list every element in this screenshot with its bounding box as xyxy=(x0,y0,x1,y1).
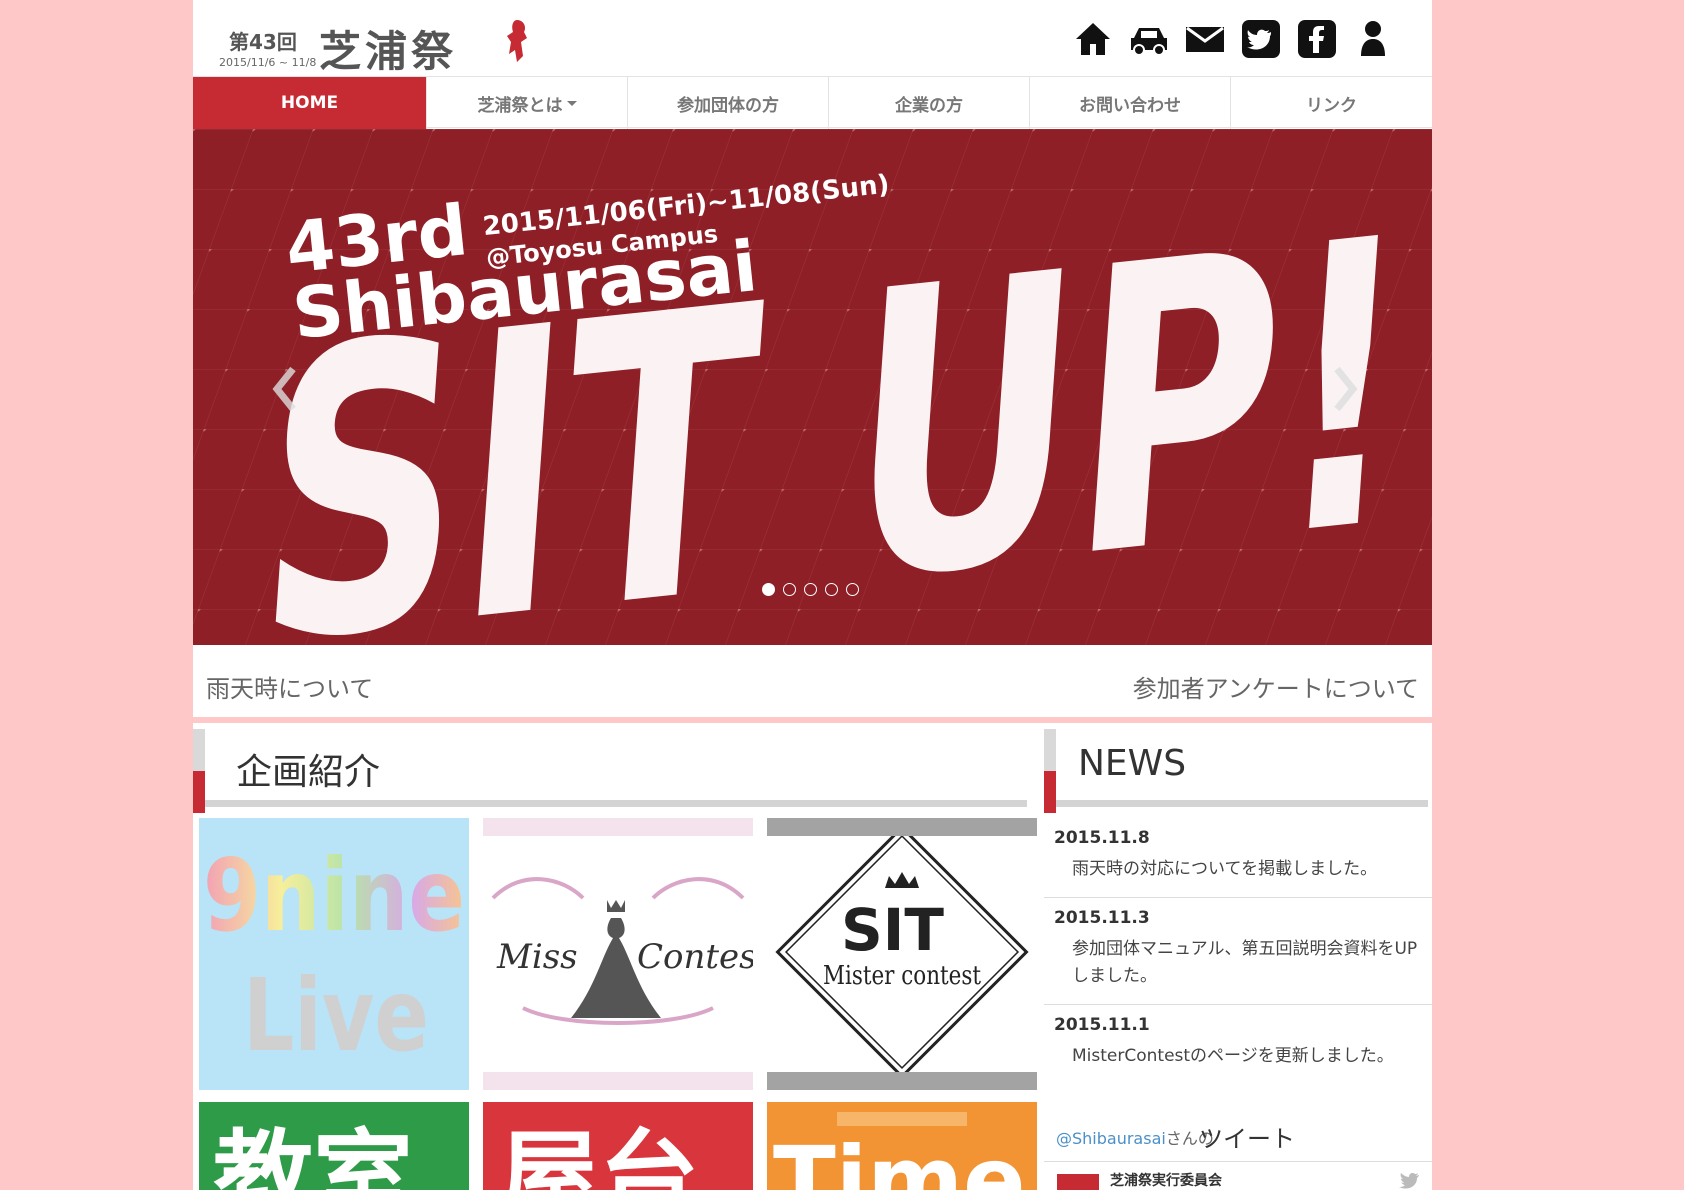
edition-label: 第43回 xyxy=(229,30,297,54)
project-tile-art: SIT Mister contest xyxy=(775,825,1029,1079)
news-item[interactable]: 2015.11.1 MisterContestのページを更新しました。 xyxy=(1044,1005,1432,1080)
carousel-next-icon[interactable] xyxy=(1325,359,1365,419)
news-date: 2015.11.3 xyxy=(1054,908,1150,928)
nav-label: お問い合わせ xyxy=(1079,95,1181,116)
tweet-item[interactable]: 芝浦祭実行委員会 xyxy=(1044,1166,1432,1190)
carousel-dot[interactable] xyxy=(783,583,796,596)
home-icon[interactable] xyxy=(1072,18,1114,60)
tile-bottom: Mister contest xyxy=(823,961,981,991)
nav-label: 芝浦祭とは xyxy=(477,95,563,116)
festival-dates: 2015/11/6 ~ 11/8 xyxy=(219,56,317,69)
header-icons xyxy=(1072,18,1394,60)
hero-carousel[interactable]: 2015/11/06(Fri)~11/08(Sun) @Toyosu Campu… xyxy=(193,129,1432,645)
section-accent xyxy=(1044,729,1056,813)
mascot-icon xyxy=(507,20,527,62)
mail-icon[interactable] xyxy=(1184,18,1226,60)
twitter-label: ツイート xyxy=(1199,1125,1295,1153)
news-text: MisterContestのページを更新しました。 xyxy=(1072,1046,1394,1066)
nav-item-home[interactable]: HOME xyxy=(193,77,427,129)
tile-band xyxy=(767,1072,1037,1090)
hero-slide: 2015/11/06(Fri)~11/08(Sun) @Toyosu Campu… xyxy=(193,129,1432,645)
project-tile-miss-contest[interactable]: Miss Contest xyxy=(483,818,753,1090)
tile-label: 屋台 xyxy=(499,1119,699,1190)
page: 第43回 芝浦祭 2015/11/6 ~ 11/8 HOME 芝浦祭とは 参加団… xyxy=(193,0,1432,1190)
nav-item-groups[interactable]: 参加団体の方 xyxy=(628,77,829,129)
project-tile-art: Time xyxy=(773,1112,1026,1190)
car-icon[interactable] xyxy=(1128,18,1170,60)
news-date: 2015.11.8 xyxy=(1054,828,1150,848)
nav-item-about[interactable]: 芝浦祭とは xyxy=(427,77,628,129)
carousel-dot[interactable] xyxy=(846,583,859,596)
tile-label: Time xyxy=(773,1127,1026,1190)
news-header: NEWS xyxy=(1044,729,1432,813)
nav-item-companies[interactable]: 企業の方 xyxy=(829,77,1030,129)
site-header: 第43回 芝浦祭 2015/11/6 ~ 11/8 xyxy=(193,0,1432,76)
tile-line2: Live xyxy=(243,957,429,1074)
news-list: 2015.11.8 雨天時の対応についてを掲載しました。 2015.11.3 参… xyxy=(1044,818,1432,1080)
project-tile-art: Miss Contest xyxy=(491,877,753,1025)
festival-name: 芝浦祭 xyxy=(319,27,458,76)
twitter-handle-link[interactable]: @Shibaurasaiさんの xyxy=(1056,1125,1214,1149)
tile-label: 教室 xyxy=(213,1119,413,1190)
nav-label: 参加団体の方 xyxy=(677,95,779,116)
nav-label: リンク xyxy=(1306,95,1357,116)
site-logo[interactable]: 第43回 芝浦祭 2015/11/6 ~ 11/8 xyxy=(215,14,535,76)
tile-band xyxy=(483,818,753,836)
project-tile-art: 教室 xyxy=(213,1119,413,1190)
twitter-handle: @Shibaurasai xyxy=(1056,1129,1166,1148)
tile-top: SIT xyxy=(841,896,944,964)
avatar xyxy=(1057,1174,1099,1190)
projects-header: 企画紹介 xyxy=(193,729,1035,813)
project-tile-classroom[interactable]: 教室 xyxy=(199,1102,469,1190)
projects-title: 企画紹介 xyxy=(236,752,381,793)
info-bar: 雨天時について 参加者アンケートについて xyxy=(193,645,1432,723)
carousel-dot[interactable] xyxy=(762,583,775,596)
tile-band xyxy=(767,818,1037,836)
section-rule xyxy=(1056,800,1428,807)
nav-item-links[interactable]: リンク xyxy=(1231,77,1432,129)
news-text: 雨天時の対応についてを掲載しました。 xyxy=(1072,859,1378,879)
facebook-icon[interactable] xyxy=(1296,18,1338,60)
section-rule xyxy=(205,800,1027,807)
tweet-author: 芝浦祭実行委員会 xyxy=(1110,1173,1222,1189)
rain-info-link[interactable]: 雨天時について xyxy=(206,669,373,704)
project-tile-mister-contest[interactable]: SIT Mister contest xyxy=(767,818,1037,1090)
carousel-dot[interactable] xyxy=(825,583,838,596)
nav-item-contact[interactable]: お問い合わせ xyxy=(1030,77,1231,129)
project-tile-9nine-live[interactable]: 9nine Live xyxy=(199,818,469,1090)
carousel-indicators xyxy=(762,583,859,596)
nav-label: HOME xyxy=(280,93,339,113)
survey-info-link[interactable]: 参加者アンケートについて xyxy=(1133,669,1419,704)
project-tile-timetable[interactable]: Time xyxy=(767,1102,1037,1190)
tile-line1: 9nine xyxy=(203,837,465,954)
news-item[interactable]: 2015.11.3 参加団体マニュアル、第五回説明会資料をUPしました。 xyxy=(1044,898,1432,1005)
twitter-widget-header: @Shibaurasaiさんの ツイート xyxy=(1044,1105,1432,1162)
project-tile-food-stalls[interactable]: 屋台 xyxy=(483,1102,753,1190)
twitter-bird-icon xyxy=(1399,1173,1419,1189)
news-title: NEWS xyxy=(1078,743,1187,784)
person-icon[interactable] xyxy=(1352,18,1394,60)
twitter-icon[interactable] xyxy=(1240,18,1282,60)
carousel-prev-icon[interactable] xyxy=(265,359,305,419)
section-accent xyxy=(193,729,205,813)
news-item[interactable]: 2015.11.8 雨天時の対応についてを掲載しました。 xyxy=(1044,818,1432,898)
main-nav: HOME 芝浦祭とは 参加団体の方 企業の方 お問い合わせ リンク xyxy=(193,76,1432,129)
tile-word1: Miss xyxy=(496,937,578,977)
nav-label: 企業の方 xyxy=(895,95,963,116)
tile-word2: Contest xyxy=(637,937,753,977)
carousel-dot[interactable] xyxy=(804,583,817,596)
tile-band xyxy=(483,1072,753,1090)
chevron-down-icon xyxy=(566,100,577,106)
project-tile-art: 9nine Live xyxy=(203,837,465,1074)
news-text: 参加団体マニュアル、第五回説明会資料をUPしました。 xyxy=(1072,939,1418,986)
project-tile-art: 屋台 xyxy=(499,1119,699,1190)
news-date: 2015.11.1 xyxy=(1054,1015,1150,1035)
